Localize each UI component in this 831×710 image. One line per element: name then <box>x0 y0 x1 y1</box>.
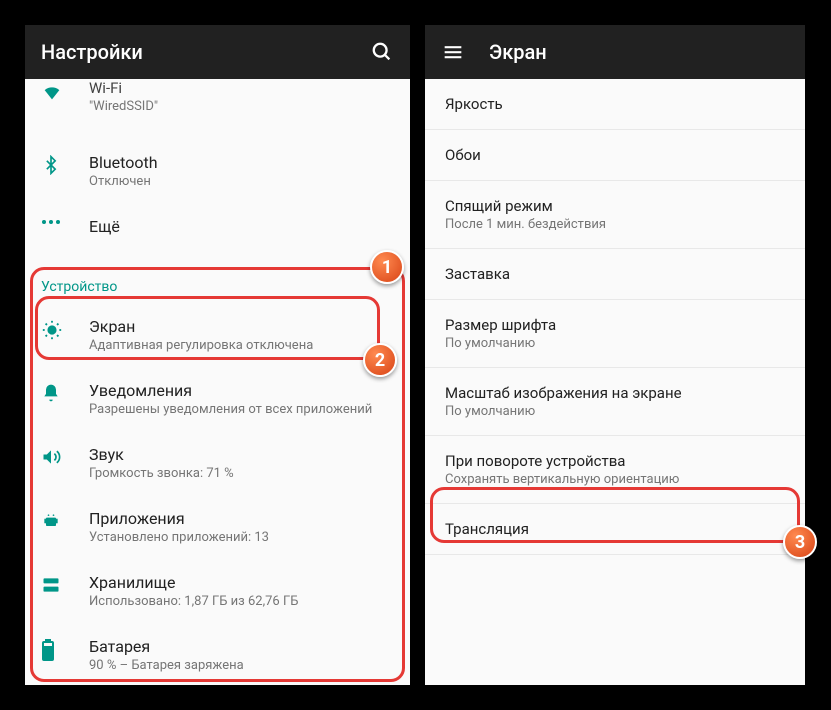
brightness-item[interactable]: Яркость <box>425 79 805 130</box>
fontsize-item[interactable]: Размер шрифта По умолчанию <box>425 300 805 368</box>
volume-icon <box>41 445 89 467</box>
brightness-icon <box>41 317 89 341</box>
display-screen: Экран Яркость Обои Спящий режим После 1 … <box>425 25 805 685</box>
search-icon[interactable] <box>370 40 394 64</box>
wifi-icon <box>41 79 89 103</box>
apps-title: Приложения <box>89 509 394 528</box>
display-sub: Адаптивная регулировка отключена <box>89 338 394 353</box>
android-icon <box>41 509 89 531</box>
displayscale-item[interactable]: Масштаб изображения на экране По умолчан… <box>425 368 805 436</box>
display-item[interactable]: Экран Адаптивная регулировка отключена <box>25 303 410 367</box>
apps-sub: Установлено приложений: 13 <box>89 530 394 545</box>
wallpaper-item[interactable]: Обои <box>425 130 805 181</box>
page-title: Настройки <box>41 40 370 64</box>
battery-icon <box>41 637 89 661</box>
section-device: Устройство <box>25 263 410 303</box>
step-badge-2: 2 <box>363 343 397 377</box>
battery-sub: 90 % – Батарея заряжена <box>89 658 394 673</box>
storage-item[interactable]: Хранилище Использовано: 1,87 ГБ из 62,76… <box>25 559 410 623</box>
more-item[interactable]: Ещё <box>25 203 410 263</box>
more-icon <box>41 217 89 225</box>
wifi-item[interactable]: Wi-Fi "WiredSSID" <box>25 79 410 139</box>
sound-item[interactable]: Звук Громкость звонка: 71 % <box>25 431 410 495</box>
more-title: Ещё <box>89 217 394 236</box>
battery-title: Батарея <box>89 637 394 656</box>
wifi-sub: "WiredSSID" <box>89 99 394 114</box>
notifications-item[interactable]: Уведомления Разрешены уведомления от все… <box>25 367 410 431</box>
storage-title: Хранилище <box>89 573 394 592</box>
battery-item[interactable]: Батарея 90 % – Батарея заряжена <box>25 623 410 685</box>
bell-icon <box>41 381 89 403</box>
bluetooth-title: Bluetooth <box>89 153 394 172</box>
settings-screen: Настройки Wi-Fi "WiredSSID" Bluetooth От… <box>25 25 410 685</box>
display-title: Экран <box>89 317 394 336</box>
display-settings-list: Яркость Обои Спящий режим После 1 мин. б… <box>425 79 805 555</box>
storage-icon <box>41 573 89 595</box>
rotation-item[interactable]: При повороте устройства Сохранять вертик… <box>425 436 805 504</box>
cast-item[interactable]: Трансляция <box>425 504 805 555</box>
bluetooth-sub: Отключен <box>89 174 394 189</box>
menu-icon[interactable] <box>441 40 465 64</box>
step-badge-1: 1 <box>370 250 404 284</box>
bluetooth-item[interactable]: Bluetooth Отключен <box>25 139 410 203</box>
storage-sub: Использовано: 1,87 ГБ из 62,76 ГБ <box>89 594 394 609</box>
notifications-title: Уведомления <box>89 381 394 400</box>
toolbar-settings: Настройки <box>25 25 410 79</box>
sound-sub: Громкость звонка: 71 % <box>89 466 394 481</box>
toolbar-display: Экран <box>425 25 805 79</box>
sleep-item[interactable]: Спящий режим После 1 мин. бездействия <box>425 181 805 249</box>
wifi-title: Wi-Fi <box>89 79 394 97</box>
sound-title: Звук <box>89 445 394 464</box>
bluetooth-icon <box>41 153 89 175</box>
apps-item[interactable]: Приложения Установлено приложений: 13 <box>25 495 410 559</box>
page-title: Экран <box>489 40 789 64</box>
notifications-sub: Разрешены уведомления от всех приложений <box>89 402 394 417</box>
screensaver-item[interactable]: Заставка <box>425 249 805 300</box>
step-badge-3: 3 <box>783 525 817 559</box>
